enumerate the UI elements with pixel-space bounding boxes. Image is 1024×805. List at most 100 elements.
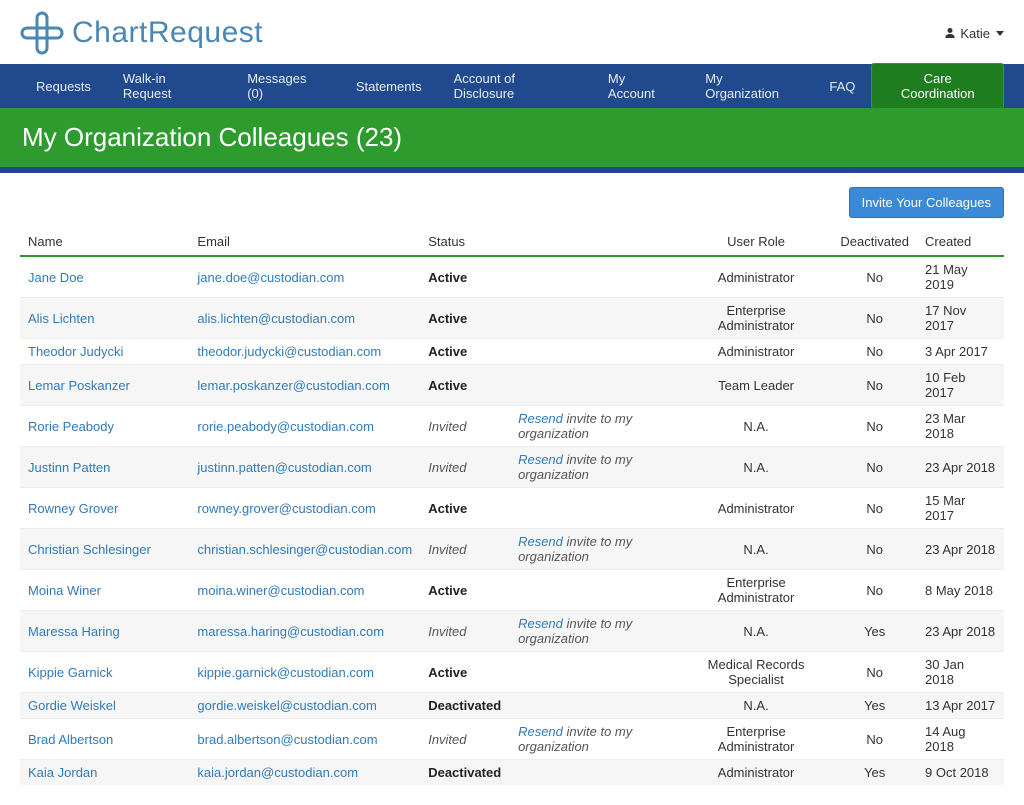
deactivated-value: No xyxy=(832,298,917,339)
deactivated-value: No xyxy=(832,719,917,760)
care-coordination-button[interactable]: Care Coordination xyxy=(871,63,1004,109)
colleague-name-link[interactable]: Gordie Weiskel xyxy=(28,698,116,713)
role-value: Administrator xyxy=(680,488,833,529)
colleague-email-link[interactable]: rorie.peabody@custodian.com xyxy=(197,419,374,434)
deactivated-value: No xyxy=(832,488,917,529)
colleague-email-link[interactable]: moina.winer@custodian.com xyxy=(197,583,364,598)
colleague-email-link[interactable]: lemar.poskanzer@custodian.com xyxy=(197,378,389,393)
resend-invite-link[interactable]: Resend xyxy=(518,411,563,426)
colleague-email-link[interactable]: christian.schlesinger@custodian.com xyxy=(197,542,412,557)
user-menu[interactable]: Katie xyxy=(944,26,1004,41)
nav-item-walk-in-request[interactable]: Walk-in Request xyxy=(107,64,231,108)
table-row: Rorie Peabody rorie.peabody@custodian.com… xyxy=(20,406,1004,447)
deactivated-value: No xyxy=(832,365,917,406)
deactivated-value: No xyxy=(832,339,917,365)
resend-invite-link[interactable]: Resend xyxy=(518,452,563,467)
nav-item-account-of-disclosure[interactable]: Account of Disclosure xyxy=(438,64,592,108)
colleague-name-link[interactable]: Theodor Judycki xyxy=(28,344,123,359)
colleague-name-link[interactable]: Maressa Haring xyxy=(28,624,120,639)
colleague-name-link[interactable]: Rorie Peabody xyxy=(28,419,114,434)
created-value: 9 Oct 2018 xyxy=(917,760,1004,786)
table-row: Theodor Judycki theodor.judycki@custodian… xyxy=(20,339,1004,365)
resend-invite-link[interactable]: Resend xyxy=(518,616,563,631)
nav-item-statements[interactable]: Statements xyxy=(340,64,438,108)
colleague-email-link[interactable]: brad.albertson@custodian.com xyxy=(197,732,377,747)
nav-item-my-organization[interactable]: My Organization xyxy=(689,64,813,108)
status-value: Invited xyxy=(428,542,466,557)
colleague-email-link[interactable]: justinn.patten@custodian.com xyxy=(197,460,371,475)
table-row: Justinn Patten justinn.patten@custodian.c… xyxy=(20,447,1004,488)
resend-invite-link[interactable]: Resend xyxy=(518,534,563,549)
colleague-name-link[interactable]: Christian Schlesinger xyxy=(28,542,151,557)
nav-item-faq[interactable]: FAQ xyxy=(813,64,871,108)
colleague-email-link[interactable]: alis.lichten@custodian.com xyxy=(197,311,355,326)
col-header-email[interactable]: Email xyxy=(189,228,420,256)
nav-item-messages-0[interactable]: Messages (0) xyxy=(231,64,340,108)
deactivated-value: No xyxy=(832,406,917,447)
col-header-created[interactable]: Created xyxy=(917,228,1004,256)
invite-colleagues-button[interactable]: Invite Your Colleagues xyxy=(849,187,1004,218)
colleague-name-link[interactable]: Justinn Patten xyxy=(28,460,110,475)
colleague-email-link[interactable]: jane.doe@custodian.com xyxy=(197,270,344,285)
colleague-email-link[interactable]: theodor.judycki@custodian.com xyxy=(197,344,381,359)
colleague-name-link[interactable]: Lemar Poskanzer xyxy=(28,378,130,393)
table-row: Gordie Weiskel gordie.weiskel@custodian.c… xyxy=(20,693,1004,719)
colleague-email-link[interactable]: kippie.garnick@custodian.com xyxy=(197,665,374,680)
content: Invite Your Colleagues Name Email Status… xyxy=(0,173,1024,805)
colleague-name-link[interactable]: Brad Albertson xyxy=(28,732,113,747)
table-row: Rowney Grover rowney.grover@custodian.com… xyxy=(20,488,1004,529)
col-header-status[interactable]: Status xyxy=(420,228,510,256)
role-value: Administrator xyxy=(680,760,833,786)
status-value: Deactivated xyxy=(428,765,501,780)
created-value: 23 Apr 2018 xyxy=(917,611,1004,652)
created-value: 8 May 2018 xyxy=(917,570,1004,611)
role-value: N.A. xyxy=(680,693,833,719)
table-row: Jane Doejane.doe@custodian.comActiveAdmi… xyxy=(20,256,1004,298)
resend-invite-link[interactable]: Resend xyxy=(518,724,563,739)
role-value: Team Leader xyxy=(680,365,833,406)
deactivated-value: No xyxy=(832,447,917,488)
colleague-name-link[interactable]: Alis Lichten xyxy=(28,311,94,326)
role-value: N.A. xyxy=(680,406,833,447)
status-value: Active xyxy=(428,344,467,359)
status-value: Invited xyxy=(428,419,466,434)
role-value: Administrator xyxy=(680,339,833,365)
col-header-name[interactable]: Name xyxy=(20,228,189,256)
col-header-role[interactable]: User Role xyxy=(680,228,833,256)
brand-icon xyxy=(20,11,64,55)
nav-item-requests[interactable]: Requests xyxy=(20,64,107,108)
table-row: Lemar Poskanzer lemar.poskanzer@custodian… xyxy=(20,365,1004,406)
colleague-name-link[interactable]: Jane Doe xyxy=(28,270,84,285)
col-header-deactivated[interactable]: Deactivated xyxy=(832,228,917,256)
topbar: ChartRequest Katie xyxy=(0,0,1024,64)
created-value: 21 May 2019 xyxy=(917,256,1004,298)
colleague-name-link[interactable]: Moina Winer xyxy=(28,583,101,598)
created-value: 13 Apr 2017 xyxy=(917,693,1004,719)
nav-item-my-account[interactable]: My Account xyxy=(592,64,689,108)
col-header-spacer xyxy=(510,228,680,256)
colleague-name-link[interactable]: Kippie Garnick xyxy=(28,665,113,680)
deactivated-value: No xyxy=(832,256,917,298)
status-value: Invited xyxy=(428,460,466,475)
colleague-email-link[interactable]: rowney.grover@custodian.com xyxy=(197,501,375,516)
deactivated-value: Yes xyxy=(832,611,917,652)
created-value: 23 Apr 2018 xyxy=(917,529,1004,570)
caret-down-icon xyxy=(996,31,1004,36)
table-row: Kippie Garnick kippie.garnick@custodian.c… xyxy=(20,652,1004,693)
colleague-email-link[interactable]: maressa.haring@custodian.com xyxy=(197,624,384,639)
table-row: Kaia Jordan kaia.jordan@custodian.com Deac… xyxy=(20,760,1004,786)
brand-logo[interactable]: ChartRequest xyxy=(20,11,263,55)
role-value: N.A. xyxy=(680,447,833,488)
table-row: Moina Winer moina.winer@custodian.com Acti… xyxy=(20,570,1004,611)
status-value: Active xyxy=(428,583,467,598)
table-row: Christian Schlesinger christian.schlesing… xyxy=(20,529,1004,570)
table-row: Brad Albertson brad.albertson@custodian.c… xyxy=(20,719,1004,760)
role-value: Administrator xyxy=(680,256,833,298)
status-value: Invited xyxy=(428,624,466,639)
colleague-email-link[interactable]: gordie.weiskel@custodian.com xyxy=(197,698,376,713)
colleague-name-link[interactable]: Kaia Jordan xyxy=(28,765,97,780)
user-name: Katie xyxy=(960,26,990,41)
colleague-email-link[interactable]: kaia.jordan@custodian.com xyxy=(197,765,358,780)
colleague-name-link[interactable]: Rowney Grover xyxy=(28,501,118,516)
created-value: 14 Aug 2018 xyxy=(917,719,1004,760)
